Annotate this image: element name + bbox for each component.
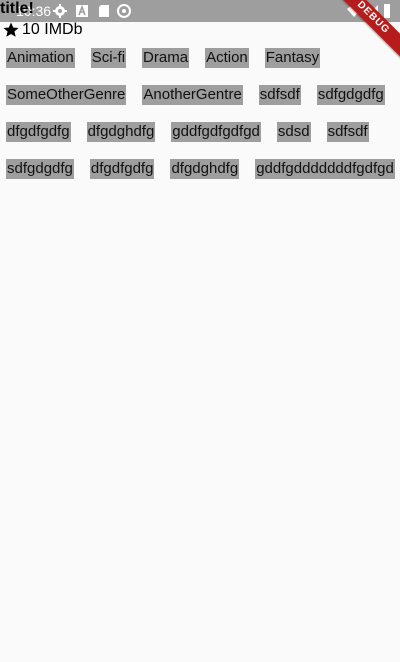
genre-chip: sdsd [276, 122, 311, 142]
genre-chip: dfgdghdfg [170, 159, 240, 179]
gear-icon [53, 4, 67, 18]
genre-chip: sdfsdf [326, 122, 369, 142]
genre-chip: sdfgdgdfg [6, 159, 74, 179]
app-screen: 10:36 DEBUG title! 10 IMDb Animation Sci… [0, 0, 400, 662]
genre-chip: sdfgdgdfg [316, 85, 385, 105]
genre-chip: Sci-fi [90, 48, 127, 68]
rating-text: 10 IMDb [22, 21, 83, 38]
genre-chip: gddfgdddddddfgdfgd [255, 159, 395, 179]
page-title: title! [0, 0, 34, 17]
genre-chip: Fantasy [264, 48, 321, 68]
genre-chip: Drama [142, 48, 190, 68]
sd-card-icon [99, 5, 109, 17]
genre-chip: dfgdfgdfg [6, 122, 71, 142]
genre-chip: Action [205, 48, 249, 68]
rating-row: 10 IMDb [2, 20, 82, 40]
genre-chip: gddfgdfgdfgd [171, 122, 261, 142]
genre-chip: Animation [6, 48, 75, 68]
genre-chip: sdfsdf [258, 85, 301, 105]
status-bar: 10:36 [0, 0, 400, 22]
genre-list: Animation Sci-fi Drama Action Fantasy SomeOth… [6, 48, 396, 179]
genre-chip: dfgdghdfg [86, 122, 156, 142]
sync-icon [117, 4, 131, 18]
genre-chip: dfgdfgdfg [89, 159, 155, 179]
genre-chip: AnotherGentre [142, 85, 243, 105]
star-icon [3, 22, 19, 37]
a-icon [76, 4, 88, 17]
genre-chip: SomeOtherGenre [6, 85, 127, 105]
